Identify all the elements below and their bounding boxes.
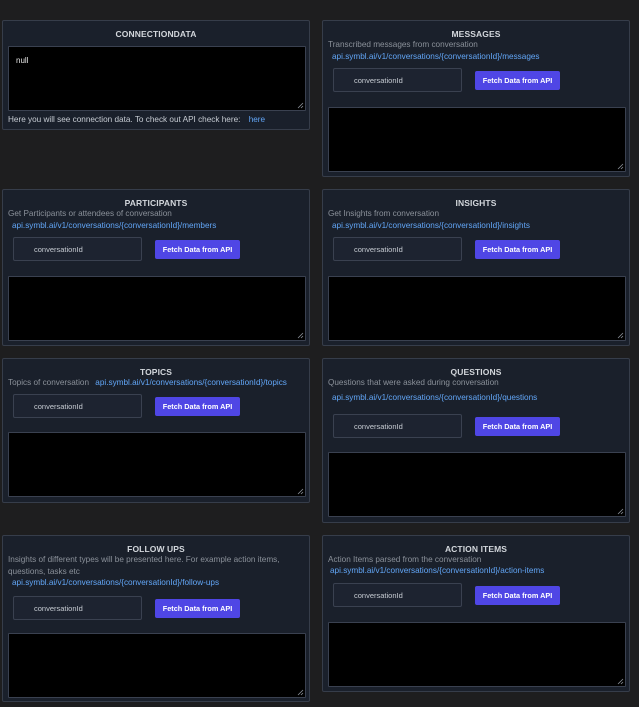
topics-output[interactable] xyxy=(8,432,306,497)
participants-conversation-id-input[interactable] xyxy=(13,237,142,261)
questions-fetch-button[interactable]: Fetch Data from API xyxy=(475,417,560,436)
action-items-description: Action Items parsed from the conversatio… xyxy=(328,555,482,564)
participants-fetch-button[interactable]: Fetch Data from API xyxy=(155,240,240,259)
follow-ups-description: Insights of different types will be pres… xyxy=(8,555,280,576)
insights-output[interactable] xyxy=(328,276,626,341)
action-items-title: ACTION ITEMS xyxy=(444,544,508,554)
insights-desc-text: Get Insights from conversation xyxy=(328,209,440,218)
topics-description: Topics of conversation api.symbl.ai/v1/c… xyxy=(8,377,301,389)
messages-description: Transcribed messages from conversation a… xyxy=(328,39,540,63)
follow-ups-output[interactable] xyxy=(8,633,306,698)
topics-endpoint-link[interactable]: api.symbl.ai/v1/conversations/{conversat… xyxy=(95,378,287,387)
action-items-output[interactable] xyxy=(328,622,626,687)
participants-title: PARTICIPANTS xyxy=(124,198,188,208)
insights-conversation-id-input[interactable] xyxy=(333,237,462,261)
participants-description: Get Participants or attendees of convers… xyxy=(8,208,298,232)
follow-ups-fetch-button[interactable]: Fetch Data from API xyxy=(155,599,240,618)
follow-ups-conversation-id-input[interactable] xyxy=(13,596,142,620)
insights-panel: INSIGHTS Get Insights from conversation … xyxy=(322,189,630,346)
questions-conversation-id-input[interactable] xyxy=(333,414,462,438)
topics-desc-text: Topics of conversation xyxy=(8,378,90,387)
questions-description: Questions that were asked during convers… xyxy=(328,378,499,387)
topics-title: TOPICS xyxy=(139,367,173,377)
messages-fetch-button[interactable]: Fetch Data from API xyxy=(475,71,560,90)
messages-panel: MESSAGES Transcribed messages from conve… xyxy=(322,20,630,177)
questions-output[interactable] xyxy=(328,452,626,517)
connection-data-panel: CONNECTIONDATA null Here you will see co… xyxy=(2,20,310,130)
topics-conversation-id-input[interactable] xyxy=(13,394,142,418)
participants-desc-text: Get Participants or attendees of convers… xyxy=(8,209,172,218)
follow-ups-endpoint-link[interactable]: api.symbl.ai/v1/conversations/{conversat… xyxy=(12,578,219,587)
insights-description: Get Insights from conversation api.symbl… xyxy=(328,208,618,232)
connection-note-text: Here you will see connection data. To ch… xyxy=(8,115,241,124)
participants-panel: PARTICIPANTS Get Participants or attende… xyxy=(2,189,310,346)
questions-panel: QUESTIONS Questions that were asked duri… xyxy=(322,358,630,523)
insights-fetch-button[interactable]: Fetch Data from API xyxy=(475,240,560,259)
connection-data-title: CONNECTIONDATA xyxy=(115,29,197,39)
topics-panel: TOPICS Topics of conversation api.symbl.… xyxy=(2,358,310,503)
action-items-conversation-id-input[interactable] xyxy=(333,583,462,607)
connection-data-output[interactable]: null xyxy=(8,46,306,111)
insights-endpoint-link[interactable]: api.symbl.ai/v1/conversations/{conversat… xyxy=(332,221,530,230)
connection-data-note: Here you will see connection data. To ch… xyxy=(8,114,301,126)
participants-output[interactable] xyxy=(8,276,306,341)
follow-ups-panel: FOLLOW UPS Insights of different types w… xyxy=(2,535,310,702)
messages-output[interactable] xyxy=(328,107,626,172)
messages-desc-text: Transcribed messages from conversation xyxy=(328,40,478,49)
action-items-fetch-button[interactable]: Fetch Data from API xyxy=(475,586,560,605)
messages-conversation-id-input[interactable] xyxy=(333,68,462,92)
participants-endpoint-link[interactable]: api.symbl.ai/v1/conversations/{conversat… xyxy=(12,221,216,230)
messages-title: MESSAGES xyxy=(451,29,501,39)
questions-endpoint-link[interactable]: api.symbl.ai/v1/conversations/{conversat… xyxy=(332,393,537,402)
messages-endpoint-link[interactable]: api.symbl.ai/v1/conversations/{conversat… xyxy=(332,52,540,61)
action-items-endpoint-link[interactable]: api.symbl.ai/v1/conversations/{conversat… xyxy=(330,566,544,575)
questions-title: QUESTIONS xyxy=(450,367,502,377)
topics-fetch-button[interactable]: Fetch Data from API xyxy=(155,397,240,416)
follow-ups-title: FOLLOW UPS xyxy=(127,544,185,554)
action-items-panel: ACTION ITEMS Action Items parsed from th… xyxy=(322,535,630,692)
insights-title: INSIGHTS xyxy=(455,198,497,208)
connection-api-link[interactable]: here xyxy=(249,115,265,124)
